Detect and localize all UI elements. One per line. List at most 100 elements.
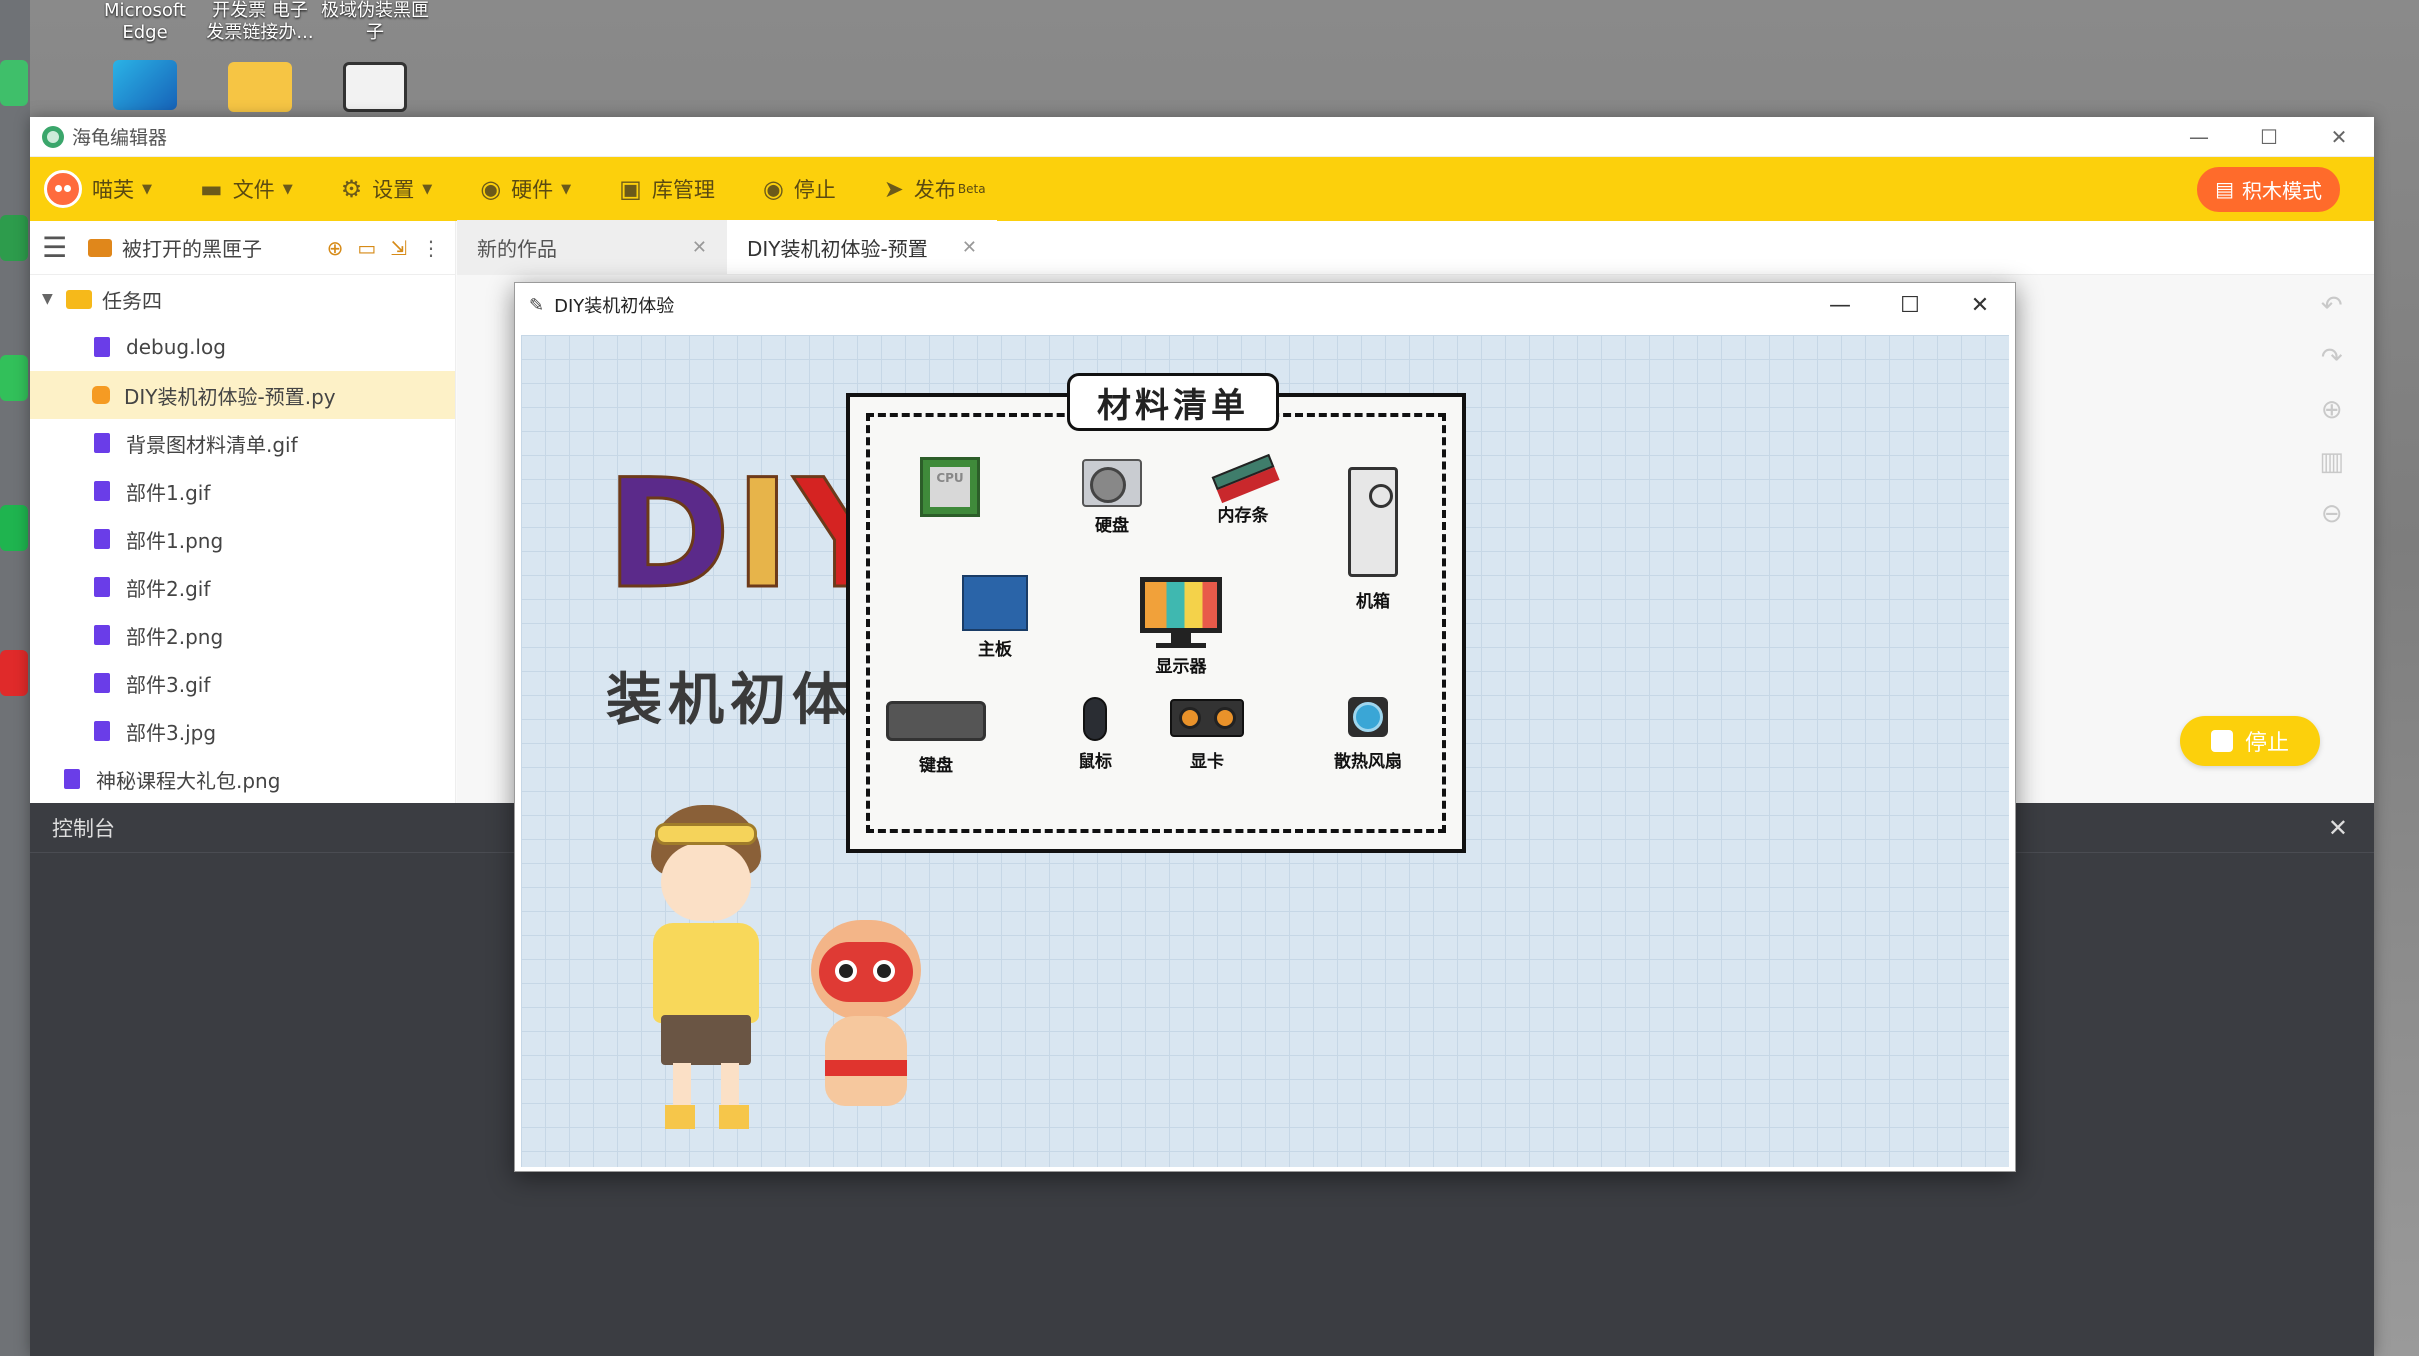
file-row[interactable]: 部件1.png: [30, 515, 455, 563]
wechat-side-icon[interactable]: [0, 60, 28, 106]
game-title: DIY装机初体验: [554, 296, 675, 317]
part-ram[interactable]: 内存条: [1211, 447, 1275, 526]
file-row[interactable]: 部件2.gif: [30, 563, 455, 611]
file-row[interactable]: 部件2.png: [30, 611, 455, 659]
zoom-out-icon[interactable]: ⊖: [2321, 499, 2343, 529]
feather-icon: ✎: [529, 294, 545, 316]
game-canvas[interactable]: D I Y 装机初体验 材料清单 CPU 硬盘 内存: [521, 335, 2009, 1167]
materials-title: 材料清单: [1067, 373, 1279, 431]
close-button[interactable]: ✕: [2304, 117, 2374, 157]
menu-hardware[interactable]: ◉ 硬件 ▼: [480, 174, 571, 204]
desktop-icon-label: 开发票 电子: [212, 0, 308, 21]
desktop-shortcut-folder[interactable]: [195, 62, 325, 112]
menu-file-label: 文件: [232, 178, 275, 202]
menu-hardware-label: 硬件: [511, 178, 554, 202]
file-name: 神秘课程大礼包.png: [96, 768, 281, 793]
undo-icon[interactable]: ↶: [2321, 291, 2343, 321]
desktop-shortcut-recorder[interactable]: [310, 62, 440, 112]
chevron-down-icon: ▼: [142, 181, 152, 197]
game-close-button[interactable]: ✕: [1945, 293, 2015, 318]
part-label: 显示器: [1155, 657, 1207, 677]
red-side-icon[interactable]: [0, 650, 28, 696]
menu-settings-label: 设置: [372, 178, 415, 202]
import-icon[interactable]: ⇲: [390, 236, 407, 260]
folder-row[interactable]: ▼ 任务四: [30, 275, 455, 323]
menu-library[interactable]: ▣ 库管理: [619, 174, 715, 204]
block-mode-button[interactable]: ▤ 积木模式: [2197, 166, 2340, 212]
part-mouse[interactable]: 鼠标: [1078, 697, 1112, 772]
menu-publish[interactable]: ➤ 发布 Beta: [884, 174, 986, 204]
file-icon: [94, 481, 110, 501]
console-title: 控制台: [52, 816, 115, 841]
part-keyboard[interactable]: 键盘: [886, 701, 986, 776]
ram-icon: [1211, 453, 1275, 491]
fit-icon[interactable]: ▥: [2319, 447, 2344, 477]
menu-icon[interactable]: ☰: [42, 231, 88, 264]
tab-new-work[interactable]: 新的作品 ✕: [457, 220, 727, 274]
part-hard-disk[interactable]: 硬盘: [1082, 459, 1142, 536]
game-titlebar: ✎ DIY装机初体验 — ☐ ✕: [515, 283, 2015, 327]
folder-name: 任务四: [102, 288, 162, 313]
shield-side-icon[interactable]: [0, 215, 28, 261]
tab-label: DIY装机初体验-预置: [747, 236, 928, 261]
close-icon[interactable]: ✕: [962, 237, 977, 258]
new-folder-icon[interactable]: ▭: [357, 236, 376, 260]
stop-run-label: 停止: [2244, 731, 2289, 756]
stop-run-button[interactable]: 停止: [2180, 716, 2320, 766]
part-label: 鼠标: [1078, 752, 1112, 772]
close-icon[interactable]: ✕: [692, 237, 707, 258]
file-row[interactable]: 部件3.jpg: [30, 707, 455, 755]
desktop-icon-edge[interactable]: Microsoft Edge: [80, 0, 210, 44]
redo-icon[interactable]: ↷: [2321, 343, 2343, 373]
part-cooling-fan[interactable]: 散热风扇: [1334, 697, 1402, 772]
desktop-shortcut-monitor[interactable]: [80, 60, 210, 110]
block-mode-label: 积木模式: [2242, 178, 2322, 203]
phone-side-icon[interactable]: [0, 505, 28, 551]
menu-settings[interactable]: ⚙ 设置 ▼: [341, 174, 433, 204]
tab-diy[interactable]: DIY装机初体验-预置 ✕: [727, 220, 997, 274]
menu-stop[interactable]: ◉ 停止: [763, 174, 836, 204]
part-cpu[interactable]: CPU: [920, 457, 980, 517]
desktop-icon-label: Edge: [122, 22, 168, 43]
game-maximize-button[interactable]: ☐: [1875, 293, 1945, 318]
chevron-down-icon: ▼: [422, 181, 433, 197]
part-monitor[interactable]: 显示器: [1140, 577, 1222, 677]
file-row[interactable]: 部件1.gif: [30, 467, 455, 515]
game-window: ✎ DIY装机初体验 — ☐ ✕ D I Y 装机初体验 材料清单 CPU: [514, 282, 2016, 1172]
desktop-icon-blackbox[interactable]: 极域伪装黑匣 子: [310, 0, 440, 44]
app-side-icon[interactable]: [0, 355, 28, 401]
file-icon: [94, 433, 110, 453]
minimize-button[interactable]: —: [2164, 117, 2234, 157]
file-icon: [94, 529, 110, 549]
file-name: 部件3.jpg: [126, 720, 217, 745]
part-pc-case[interactable]: 机箱: [1348, 467, 1398, 612]
file-name: debug.log: [126, 335, 226, 359]
file-icon: [94, 625, 110, 645]
menu-stop-label: 停止: [793, 178, 836, 202]
file-name: 背景图材料清单.gif: [126, 432, 298, 457]
pc-case-icon: [1348, 467, 1398, 577]
menu-file[interactable]: ▬ 文件 ▼: [200, 174, 293, 204]
part-label: 机箱: [1356, 592, 1390, 612]
zoom-in-icon[interactable]: ⊕: [2321, 395, 2343, 425]
mouse-icon: [1083, 697, 1107, 741]
more-icon[interactable]: ⋮: [421, 236, 441, 260]
maximize-button[interactable]: ☐: [2234, 117, 2304, 157]
game-minimize-button[interactable]: —: [1805, 293, 1875, 318]
file-row[interactable]: 部件3.gif: [30, 659, 455, 707]
file-row[interactable]: debug.log: [30, 323, 455, 371]
user-menu[interactable]: 喵芙 ▼: [44, 170, 152, 208]
chevron-down-icon: ▼: [282, 181, 293, 197]
new-file-icon[interactable]: ⊕: [327, 236, 344, 260]
desktop-icon-invoice[interactable]: 开发票 电子 发票链接办...: [195, 0, 325, 44]
editor-side-tools: ↶ ↷ ⊕ ▥ ⊖: [2319, 291, 2344, 529]
part-motherboard[interactable]: 主板: [962, 575, 1028, 660]
file-row[interactable]: 神秘课程大礼包.png: [30, 755, 455, 803]
cpu-label: CPU: [930, 467, 970, 507]
folder-icon: [66, 289, 92, 309]
file-row[interactable]: 背景图材料清单.gif: [30, 419, 455, 467]
monitor-icon: [1140, 577, 1222, 633]
console-close-button[interactable]: ✕: [2328, 814, 2348, 842]
part-gpu[interactable]: 显卡: [1170, 699, 1244, 772]
file-row-selected[interactable]: DIY装机初体验-预置.py: [30, 371, 455, 419]
